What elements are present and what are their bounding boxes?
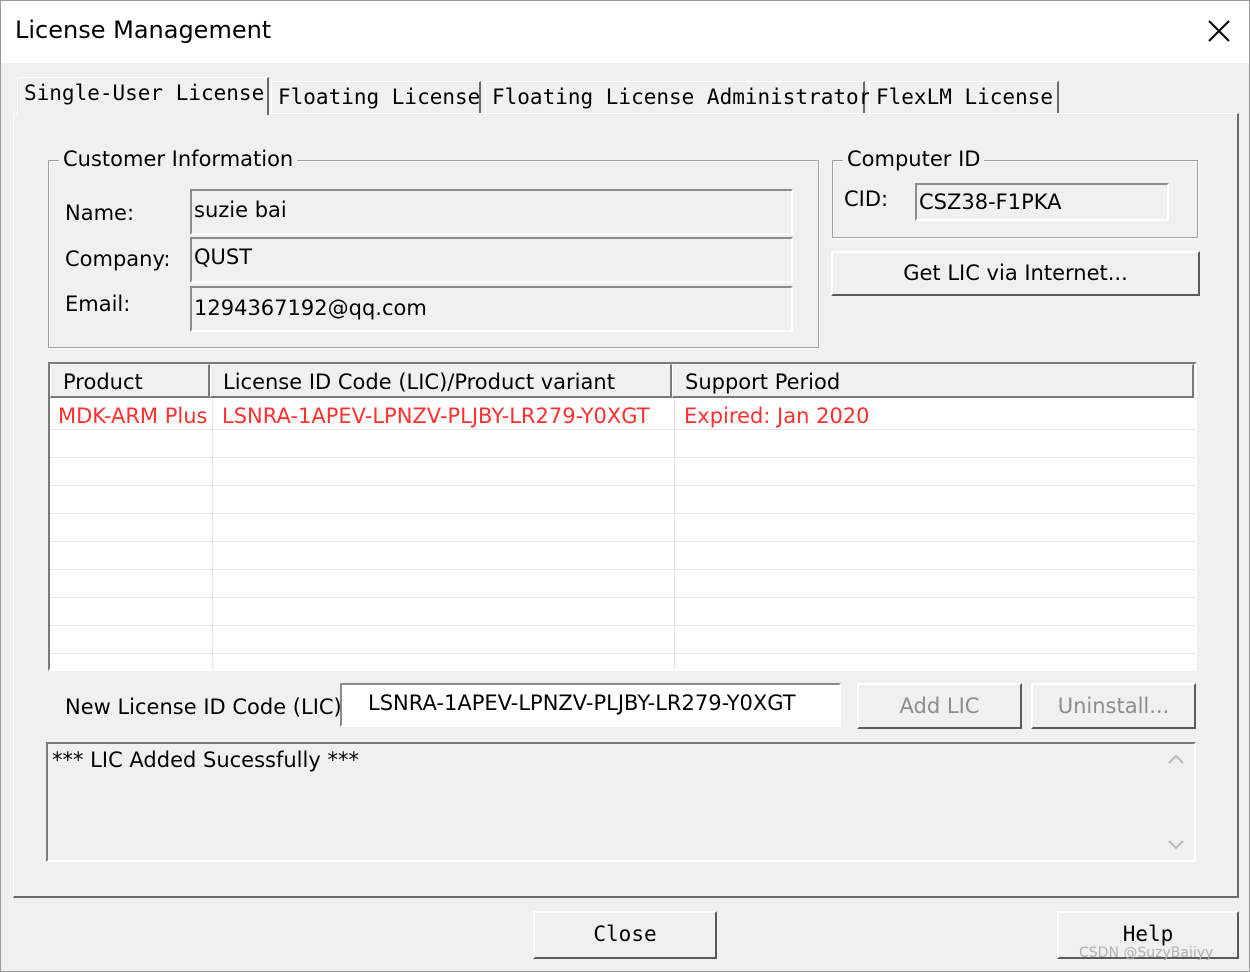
close-button[interactable]: Close [533, 911, 717, 959]
tab-floating-license-administrator[interactable]: Floating License Administrator [485, 81, 871, 113]
license-list[interactable]: Product License ID Code (LIC)/Product va… [48, 362, 1197, 671]
window-title: License Management [15, 16, 272, 44]
cid-label: CID: [844, 187, 889, 211]
name-field[interactable]: suzie bai [190, 189, 793, 235]
add-lic-button[interactable]: Add LIC [857, 683, 1022, 729]
column-header-product[interactable]: Product [50, 364, 210, 398]
company-field[interactable]: QUST [190, 237, 793, 283]
scroll-up-icon[interactable] [1166, 750, 1186, 773]
status-message: *** LIC Added Sucessfully *** [52, 748, 359, 772]
email-label: Email: [65, 292, 131, 316]
scroll-down-icon[interactable] [1166, 836, 1186, 859]
column-header-support-period[interactable]: Support Period [672, 364, 1194, 398]
new-lic-label: New License ID Code (LIC): [65, 695, 349, 719]
title-bar: License Management [1, 1, 1249, 63]
column-header-license-id-code[interactable]: License ID Code (LIC)/Product variant [210, 364, 672, 398]
get-lic-via-internet-button[interactable]: Get LIC via Internet... [831, 251, 1200, 296]
tab-floating-license[interactable]: Floating License [271, 81, 481, 113]
uninstall-button[interactable]: Uninstall... [1031, 683, 1196, 729]
name-label: Name: [65, 201, 135, 225]
product-cell: MDK-ARM Plus [58, 404, 208, 428]
table-row [50, 486, 1195, 514]
table-row [50, 542, 1195, 570]
list-header: Product License ID Code (LIC)/Product va… [50, 364, 1195, 398]
support-period-cell: Expired: Jan 2020 [684, 404, 870, 428]
company-label: Company: [65, 247, 171, 271]
watermark: CSDN @SuzyBaiiyy [1079, 945, 1214, 961]
tab-flexlm-license[interactable]: FlexLM License [869, 81, 1059, 113]
email-field[interactable]: 1294367192@qq.com [190, 286, 793, 332]
license-id-cell: LSNRA-1APEV-LPNZV-PLJBY-LR279-Y0XGT [222, 404, 650, 428]
tab-label: Floating License [278, 85, 481, 109]
table-row [50, 430, 1195, 458]
customer-information-legend: Customer Information [59, 147, 298, 171]
tab-single-user-license[interactable]: Single-User License [17, 77, 269, 115]
table-row [50, 570, 1195, 598]
table-row[interactable]: MDK-ARM Plus LSNRA-1APEV-LPNZV-PLJBY-LR2… [50, 402, 1195, 430]
computer-id-legend: Computer ID [843, 147, 985, 171]
close-icon[interactable] [1199, 11, 1239, 51]
table-row [50, 626, 1195, 654]
status-output[interactable]: *** LIC Added Sucessfully *** [46, 742, 1196, 862]
tab-label: Floating License Administrator [492, 85, 872, 109]
table-row [50, 458, 1195, 486]
table-row [50, 514, 1195, 542]
table-row [50, 598, 1195, 626]
new-lic-input[interactable]: LSNRA-1APEV-LPNZV-PLJBY-LR279-Y0XGT [340, 683, 841, 727]
tab-label: FlexLM License [876, 85, 1054, 109]
table-row [50, 654, 1195, 669]
tab-label: Single-User License [24, 81, 265, 105]
cid-field[interactable]: CSZ38-F1PKA [915, 183, 1169, 221]
license-management-window: License Management Single-User License F… [0, 0, 1250, 972]
